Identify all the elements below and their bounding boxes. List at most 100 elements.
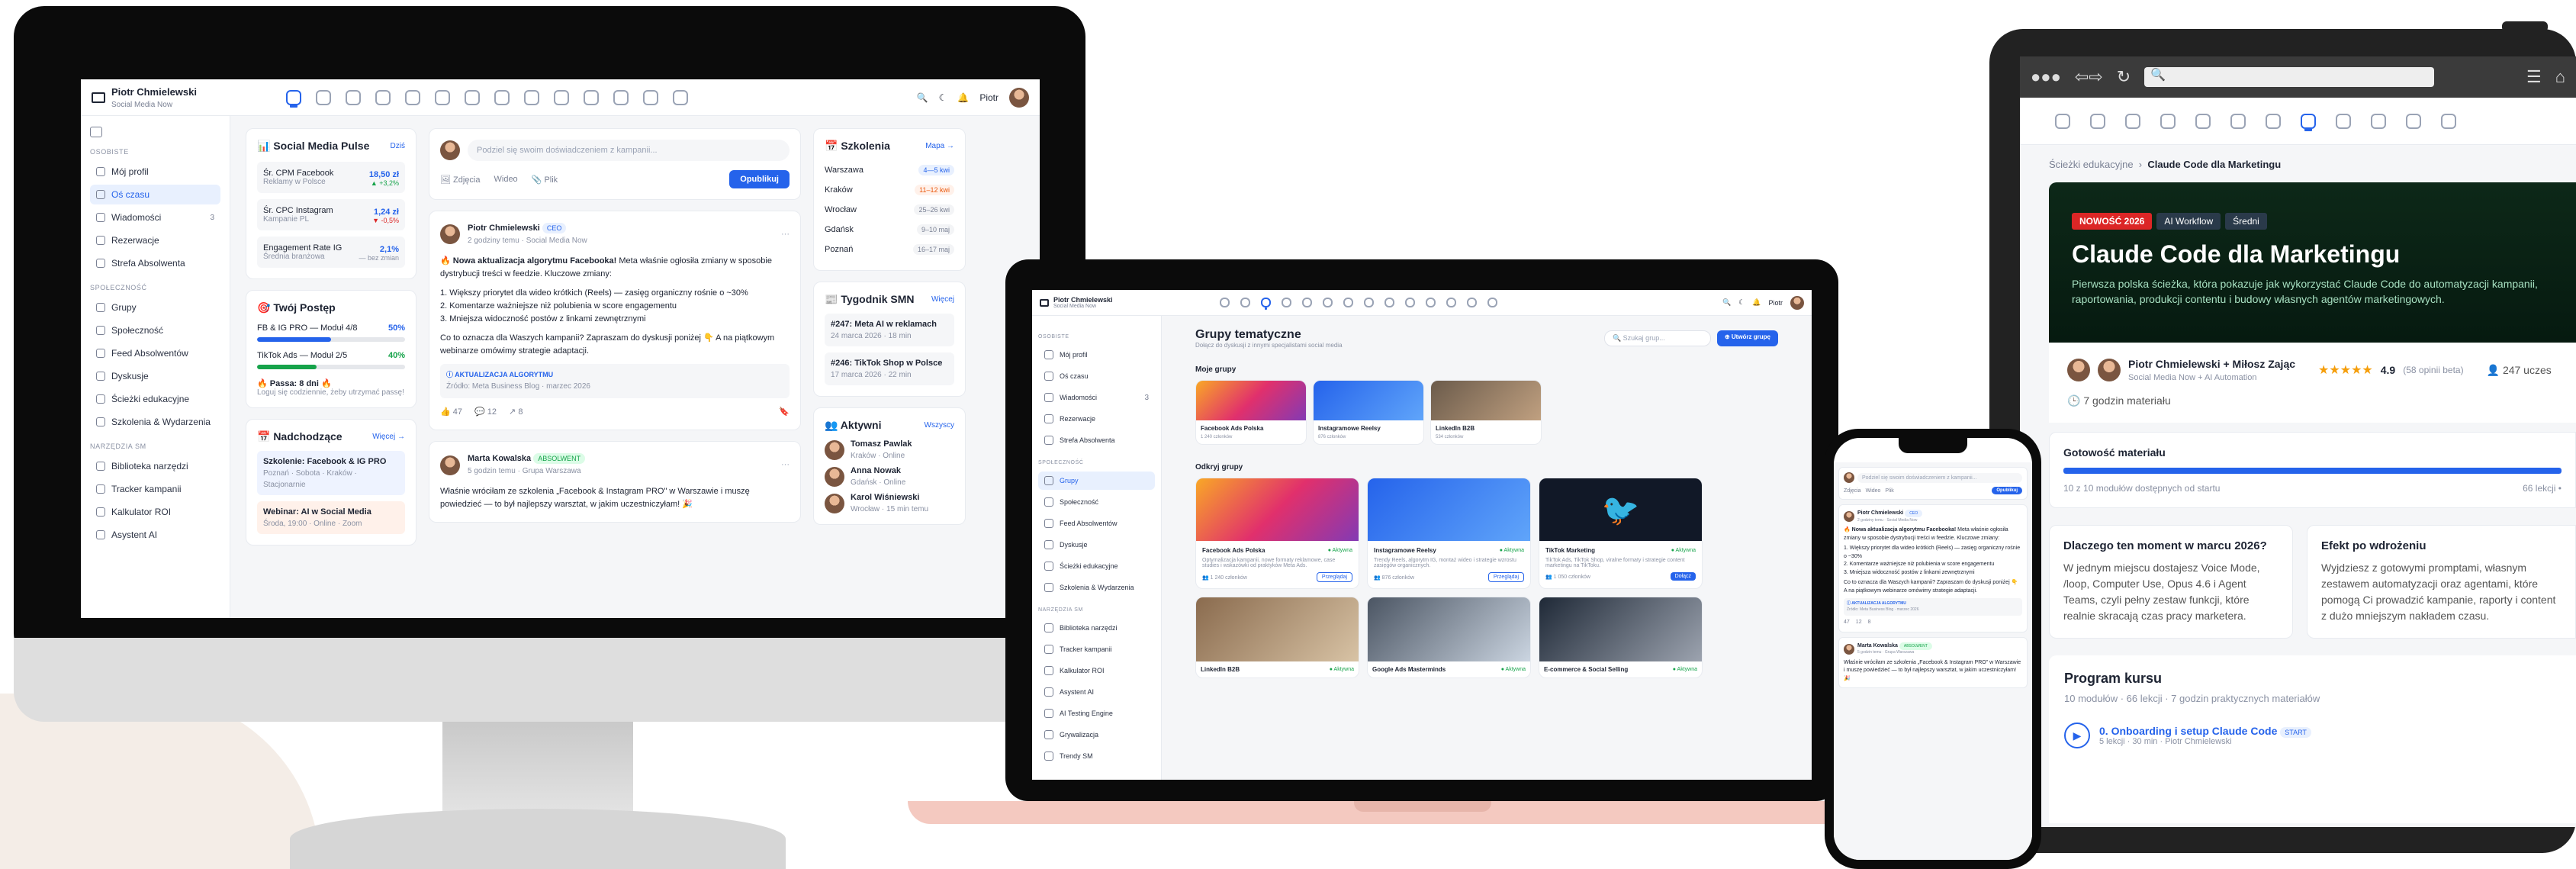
community-icon[interactable] xyxy=(405,89,420,105)
discussion-icon[interactable] xyxy=(1343,298,1353,307)
training-row[interactable]: Wrocław 25–26 kwi xyxy=(825,200,954,220)
chat-icon[interactable] xyxy=(1282,298,1291,307)
sidebar-item-messages[interactable]: Wiadomości 3 xyxy=(1038,388,1155,407)
sidebar-item-profile[interactable]: Mój profil xyxy=(1038,346,1155,364)
menu-icon[interactable]: ☰ xyxy=(2526,67,2542,87)
network-icon[interactable] xyxy=(1323,298,1333,307)
sidebar-item-library[interactable]: Biblioteka narzędzi xyxy=(1038,619,1155,637)
chat-icon[interactable] xyxy=(2160,113,2176,129)
sidebar-item-timeline[interactable]: Oś czasu xyxy=(90,185,220,204)
sidebar-item-roi[interactable]: Kalkulator ROI xyxy=(90,502,220,522)
breadcrumb-root[interactable]: Ścieżki edukacyjne xyxy=(2049,159,2134,170)
network-icon[interactable] xyxy=(435,89,450,105)
folder-icon[interactable] xyxy=(1405,298,1415,307)
my-group-card[interactable]: Instagramowe Reelsy 876 członków xyxy=(1313,380,1424,445)
bell-icon[interactable]: 🔔 xyxy=(957,92,969,103)
education-icon[interactable] xyxy=(2301,113,2316,129)
comment-button[interactable]: 💬 12 xyxy=(474,406,497,419)
reload-icon[interactable]: ↻ xyxy=(2117,67,2131,87)
ai-icon[interactable] xyxy=(1446,298,1456,307)
comments-count[interactable]: 12 xyxy=(1856,619,1862,627)
composer-input[interactable]: Podziel się swoim doświadczeniem z kampa… xyxy=(468,140,790,161)
training-row[interactable]: Kraków 11–12 kwi xyxy=(825,180,954,200)
publish-button[interactable]: Opublikuj xyxy=(1992,487,2022,494)
user-avatar[interactable] xyxy=(1009,87,1029,108)
weekly-item[interactable]: #247: Meta AI w reklamach 24 marca 2026 ·… xyxy=(825,314,954,346)
ai-icon[interactable] xyxy=(613,89,629,105)
author-avatar[interactable] xyxy=(440,224,460,245)
bookmark-icon[interactable]: 🔖 xyxy=(779,406,790,419)
video-button[interactable]: Wideo xyxy=(494,175,518,185)
sidebar-item-library[interactable]: Biblioteka narzędzi xyxy=(90,456,220,476)
likes-count[interactable]: 47 xyxy=(1844,619,1850,627)
sidebar-item-messages[interactable]: Wiadomości 3 xyxy=(90,208,220,227)
network-icon[interactable] xyxy=(2230,113,2246,129)
back-forward-icon[interactable]: ⇦⇨ xyxy=(2075,67,2103,87)
sidebar-item-alumni[interactable]: Strefa Absolwenta xyxy=(90,253,220,273)
file-button[interactable]: Plik xyxy=(1885,488,1893,494)
shop-icon[interactable] xyxy=(673,89,688,105)
post-author[interactable]: Piotr Chmielewski xyxy=(468,224,540,233)
shop-icon[interactable] xyxy=(1487,298,1497,307)
photos-button[interactable]: 🖼 Zdjęcia xyxy=(440,175,481,185)
calendar-icon[interactable] xyxy=(1384,298,1394,307)
sidebar-item-roi[interactable]: Kalkulator ROI xyxy=(1038,661,1155,680)
course-reviews[interactable]: (58 opinii beta) xyxy=(2403,365,2463,375)
active-user[interactable]: Tomasz Pawlak Kraków · Online xyxy=(825,439,954,460)
discover-card[interactable]: 🐦 TikTok Marketing ● Aktywna TikTok Ads, Ti… xyxy=(1539,478,1703,589)
composer-input[interactable]: Podziel się swoim doświadczeniem z kampa… xyxy=(1857,472,2022,483)
folder-icon[interactable] xyxy=(554,89,569,105)
active-link[interactable]: Wszyscy xyxy=(925,421,954,430)
education-icon[interactable] xyxy=(1364,298,1374,307)
sidebar-toggle-icon[interactable] xyxy=(90,127,102,137)
post-author[interactable]: Marta Kowalska xyxy=(1857,643,1898,649)
group-search-input[interactable]: 🔍 Szukaj grup... xyxy=(1603,330,1711,346)
sidebar-item-community[interactable]: Społeczność xyxy=(1038,493,1155,511)
theme-icon[interactable]: ☾ xyxy=(939,92,947,103)
active-user[interactable]: Karol Wiśniewski Wrocław · 15 min temu xyxy=(825,493,954,513)
theme-icon[interactable]: ☾ xyxy=(1738,298,1745,307)
sidebar-item-trends[interactable]: Trendy SM xyxy=(1038,747,1155,765)
training-row[interactable]: Warszawa 4—5 kwi xyxy=(825,160,954,180)
sidebar-item-community[interactable]: Społeczność xyxy=(90,320,220,340)
users-icon[interactable] xyxy=(2125,113,2140,129)
sidebar-item-profile[interactable]: Mój profil xyxy=(90,162,220,182)
upcoming-item[interactable]: Szkolenie: Facebook & IG PRO Poznań · Sob… xyxy=(257,451,405,495)
photos-button[interactable]: Zdjęcia xyxy=(1844,488,1861,494)
module-row[interactable]: ▶ 0. Onboarding i setup Claude Code START… xyxy=(2064,723,2561,748)
my-group-card[interactable]: LinkedIn B2B 534 członków xyxy=(1430,380,1542,445)
sidebar-item-groups[interactable]: Grupy xyxy=(1038,472,1155,490)
profile-icon[interactable] xyxy=(2090,113,2105,129)
author-avatar[interactable] xyxy=(440,455,460,475)
community-icon[interactable] xyxy=(1302,298,1312,307)
sidebar-item-gamification[interactable]: Grywalizacja xyxy=(1038,726,1155,744)
sidebar-item-alumni-feed[interactable]: Feed Absolwentów xyxy=(1038,514,1155,533)
browse-button[interactable]: Przeglądaj xyxy=(1487,572,1524,582)
more-icon[interactable]: ··· xyxy=(781,459,790,472)
my-group-card[interactable]: Facebook Ads Polska 1 240 członków xyxy=(1195,380,1307,445)
join-button[interactable]: Dołącz xyxy=(1670,572,1696,581)
tools-icon[interactable] xyxy=(584,89,599,105)
trainings-link[interactable]: Mapa → xyxy=(925,142,954,150)
folder-icon[interactable] xyxy=(2371,113,2386,129)
sidebar-item-reservations[interactable]: Rezerwacje xyxy=(1038,410,1155,428)
sidebar-item-discussions[interactable]: Dyskusje xyxy=(1038,536,1155,554)
home-icon[interactable] xyxy=(2055,113,2070,129)
brand[interactable]: Piotr Chmielewski Social Media Now xyxy=(92,86,286,109)
file-button[interactable]: 📎 Plik xyxy=(532,175,558,185)
upcoming-item[interactable]: Webinar: AI w Social Media Środa, 19:00 ·… xyxy=(257,501,405,534)
discover-card[interactable]: Google Ads Masterminds ● Aktywna xyxy=(1367,597,1531,678)
home-icon[interactable] xyxy=(286,89,301,105)
discover-card[interactable]: E-commerce & Social Selling ● Aktywna xyxy=(1539,597,1703,678)
sidebar-item-groups[interactable]: Grupy xyxy=(90,298,220,317)
share-button[interactable]: ↗ 8 xyxy=(509,406,523,419)
user-name[interactable]: Piotr xyxy=(1768,299,1783,307)
discussion-icon[interactable] xyxy=(465,89,480,105)
sidebar-item-discussions[interactable]: Dyskusje xyxy=(90,366,220,386)
calendar-icon[interactable] xyxy=(2336,113,2351,129)
trophy-icon[interactable] xyxy=(1467,298,1477,307)
play-icon[interactable]: ▶ xyxy=(2064,723,2090,748)
ai-icon[interactable] xyxy=(2441,113,2456,129)
sidebar-item-events[interactable]: Szkolenia & Wydarzenia xyxy=(90,412,220,432)
calendar-icon[interactable] xyxy=(524,89,539,105)
